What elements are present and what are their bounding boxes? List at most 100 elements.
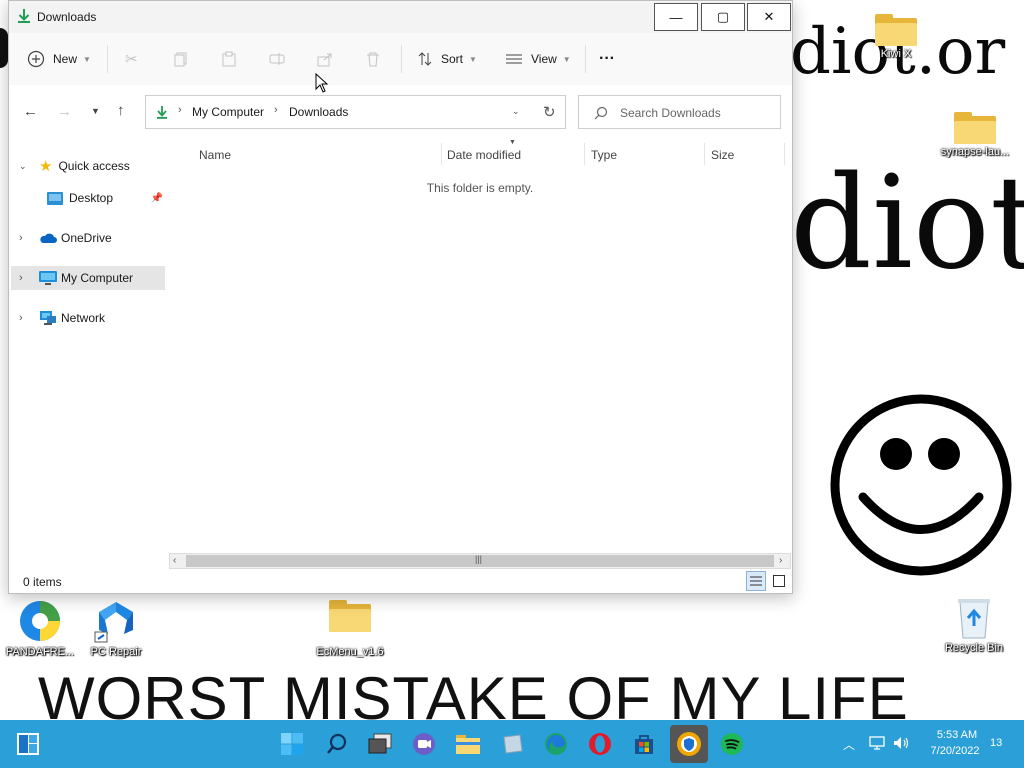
show-desktop-widget-button[interactable] (12, 728, 44, 760)
desktop-icon-ecmenu[interactable]: EcMenu_v1.6 (310, 600, 390, 658)
panda-antivirus-icon (20, 601, 60, 641)
details-view-icon (750, 576, 762, 586)
refresh-icon[interactable]: ↻ (543, 103, 556, 121)
scroll-grip-icon: ||| (475, 554, 483, 564)
desktop-icon-synapse[interactable]: synapse-lau... (935, 112, 1015, 158)
browser-active-button[interactable] (670, 725, 708, 763)
wallpaper-edge-fragment (0, 28, 8, 68)
empty-folder-message: This folder is empty. (426, 181, 534, 195)
clock-time[interactable]: 5:53 AM (926, 729, 988, 741)
sidebar-item-label: Desktop (69, 191, 114, 205)
folder-icon (954, 112, 996, 144)
chevron-right-icon: › (19, 312, 23, 324)
more-options-button[interactable]: ··· (599, 49, 615, 69)
clock-date[interactable]: 7/20/2022 (922, 745, 988, 757)
view-button[interactable]: View ▼ (505, 49, 571, 69)
column-header-type[interactable]: Type (591, 145, 701, 165)
rename-button[interactable] (269, 49, 285, 69)
notification-count-badge[interactable]: 13 (990, 737, 1002, 749)
close-button[interactable]: ✕ (747, 3, 791, 31)
column-divider[interactable] (784, 143, 785, 165)
share-button[interactable] (317, 49, 333, 69)
sort-icon (418, 52, 432, 66)
cut-button[interactable]: ✂ (125, 49, 138, 69)
chevron-right-icon: › (19, 232, 23, 244)
minimize-button[interactable]: — (654, 3, 698, 31)
breadcrumb-my-computer[interactable]: My Computer (192, 105, 264, 119)
search-taskbar-button[interactable] (321, 728, 353, 760)
column-divider[interactable] (441, 143, 442, 165)
edge-browser-icon (545, 733, 567, 755)
back-arrow-icon[interactable]: ← (23, 103, 38, 120)
title-bar[interactable]: Downloads — ▢ ✕ (9, 1, 792, 33)
file-list: ▼ Name Date modified Type Size This fold… (169, 139, 791, 551)
horizontal-scrollbar[interactable]: ‹ ||| › (169, 553, 791, 569)
address-dropdown-chevron-icon[interactable]: ⌄ (512, 106, 520, 117)
column-divider[interactable] (584, 143, 585, 165)
sidebar-item-desktop[interactable]: Desktop 📌 (11, 186, 165, 210)
desktop-icon-pc-repair[interactable]: PC Repair (76, 598, 156, 658)
paste-button[interactable] (221, 49, 237, 69)
tiles-view-button[interactable] (769, 571, 789, 591)
desktop-icon-label: Kiwi X (880, 48, 912, 60)
folder-icon (456, 735, 480, 754)
start-button[interactable] (276, 728, 308, 760)
navigation-bar: ← → ▼ ↑ › My Computer › Downloads ⌄ ↻ Se… (9, 85, 792, 141)
scroll-right-icon[interactable]: › (779, 555, 782, 566)
item-count: 0 items (23, 575, 62, 589)
microsoft-store-button[interactable] (628, 728, 660, 760)
chevron-right-icon: › (19, 272, 23, 284)
sidebar-item-my-computer[interactable]: › My Computer (11, 266, 165, 290)
maximize-icon: ▢ (716, 9, 730, 24)
divider (585, 45, 586, 73)
breadcrumb-downloads[interactable]: Downloads (289, 105, 348, 119)
sidebar-item-network[interactable]: › Network (11, 306, 165, 330)
delete-button[interactable] (365, 49, 381, 69)
teams-chat-button[interactable] (408, 728, 440, 760)
desktop-icon-label: Recycle Bin (944, 642, 1004, 654)
recent-locations-chevron-icon[interactable]: ▼ (91, 106, 100, 116)
network-tray-icon[interactable] (869, 736, 887, 750)
computer-icon (39, 270, 57, 285)
opera-browser-button[interactable] (584, 728, 616, 760)
share-icon (317, 53, 332, 67)
sort-button[interactable]: Sort ▼ (417, 49, 477, 69)
desktop-icon-recycle-bin[interactable]: Recycle Bin (934, 596, 1014, 654)
view-button-label: View (531, 52, 557, 66)
address-bar[interactable]: › My Computer › Downloads ⌄ ↻ (145, 95, 566, 129)
sidebar-item-onedrive[interactable]: › OneDrive (11, 226, 165, 250)
column-divider[interactable] (704, 143, 705, 165)
column-header-label: Type (591, 148, 618, 162)
divider (401, 45, 402, 73)
spotify-icon (721, 733, 743, 755)
chevron-down-icon: ▼ (83, 54, 91, 64)
forward-arrow-icon[interactable]: → (57, 103, 72, 120)
file-explorer-taskbar-button[interactable] (452, 728, 484, 760)
app-taskbar-button[interactable] (496, 728, 528, 760)
pin-icon[interactable]: 📌 (151, 193, 163, 204)
windows-logo-icon (281, 733, 303, 755)
search-placeholder: Search Downloads (620, 106, 721, 120)
desktop-icon-label: EcMenu_v1.6 (316, 646, 384, 658)
task-view-button[interactable] (364, 728, 396, 760)
new-button[interactable]: New ▼ (27, 49, 91, 69)
column-header-date-modified[interactable]: Date modified (447, 145, 583, 165)
spotify-button[interactable] (716, 728, 748, 760)
edge-browser-button[interactable] (540, 728, 572, 760)
folder-icon (329, 600, 371, 632)
show-hidden-icons-chevron-icon[interactable]: ︿ (843, 736, 855, 753)
details-view-button[interactable] (746, 571, 766, 591)
volume-icon[interactable] (893, 736, 911, 750)
maximize-button[interactable]: ▢ (701, 3, 745, 31)
chevron-expanded-icon: ⌄ (19, 160, 27, 171)
column-header-size[interactable]: Size (711, 145, 781, 165)
search-box[interactable]: Search Downloads (578, 95, 781, 129)
column-header-name[interactable]: Name (199, 145, 439, 165)
scroll-left-icon[interactable]: ‹ (173, 555, 176, 566)
folder-icon (875, 14, 917, 46)
copy-button[interactable] (173, 49, 189, 69)
up-arrow-icon[interactable]: ↑ (117, 102, 125, 119)
desktop-icon-pandafree[interactable]: PANDAFRE... (0, 598, 80, 658)
desktop-icon-kiwi-x[interactable]: Kiwi X (856, 14, 936, 60)
sidebar-item-quick-access[interactable]: ⌄ ★ Quick access (11, 154, 165, 178)
